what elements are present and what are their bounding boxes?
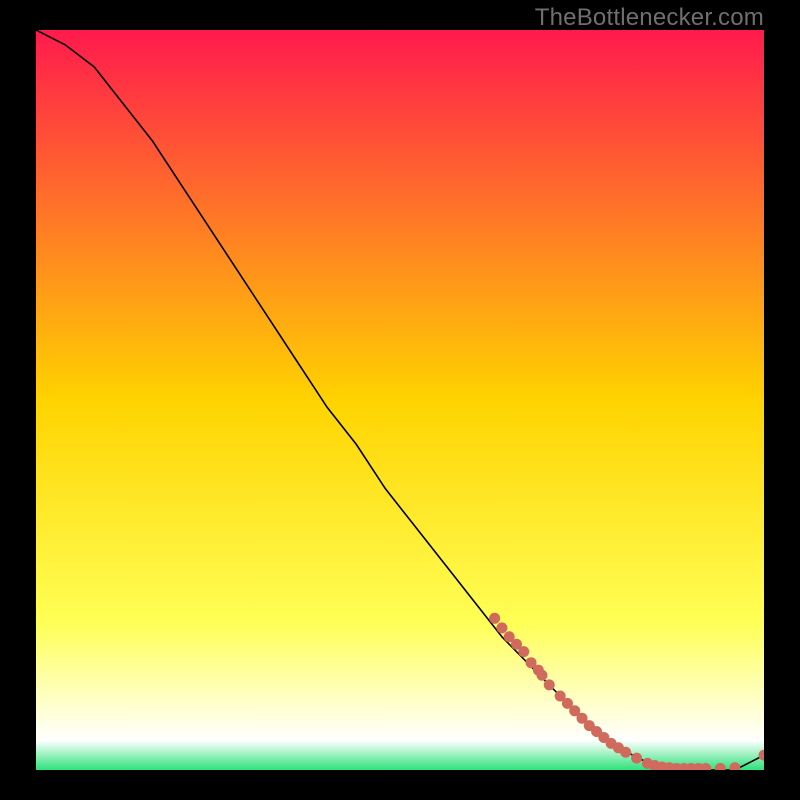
chart-svg bbox=[36, 30, 764, 770]
scatter-dot bbox=[544, 679, 555, 690]
scatter-dot bbox=[620, 747, 631, 758]
scatter-dot bbox=[496, 622, 507, 633]
chart-plot-area bbox=[36, 30, 764, 770]
scatter-dot bbox=[518, 646, 529, 657]
scatter-dot bbox=[536, 670, 547, 681]
scatter-dot bbox=[489, 613, 500, 624]
scatter-dot bbox=[631, 753, 642, 764]
chart-stage: TheBottlenecker.com bbox=[0, 0, 800, 800]
chart-background bbox=[36, 30, 764, 770]
watermark-text: TheBottlenecker.com bbox=[535, 4, 764, 32]
